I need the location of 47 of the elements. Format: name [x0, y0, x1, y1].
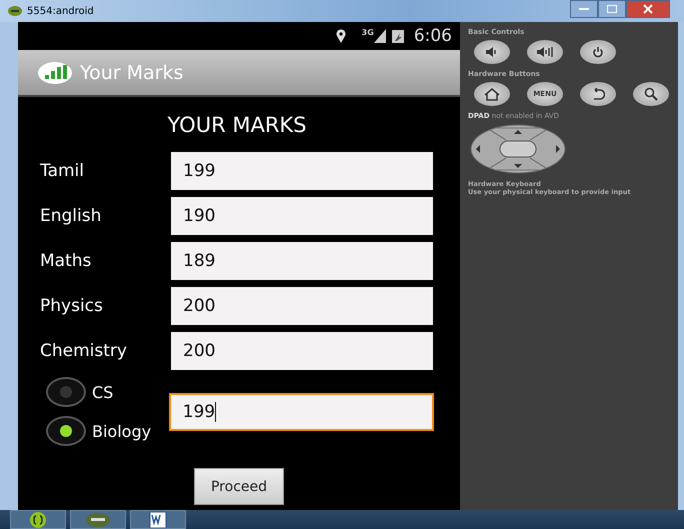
marks-field[interactable]: 199: [171, 152, 433, 190]
window-title: 5554:android: [27, 6, 94, 16]
proceed-button[interactable]: Proceed: [194, 468, 284, 505]
android-app-icon[interactable]: [70, 510, 126, 529]
network-type: 3G: [362, 28, 374, 37]
minimize-button[interactable]: [570, 0, 598, 18]
subject-label: Chemistry: [40, 340, 128, 360]
document-app-icon[interactable]: [130, 510, 186, 529]
android-icon: [8, 6, 22, 16]
signal-icon: [374, 29, 386, 43]
marks-field[interactable]: 200: [171, 286, 433, 324]
close-icon: [643, 4, 653, 14]
subject-label: Tamil: [40, 160, 85, 180]
power-button[interactable]: [580, 40, 616, 64]
app-title: Your Marks: [80, 62, 184, 84]
marks-field[interactable]: 199: [168, 392, 434, 430]
subject-label: English: [40, 206, 102, 226]
search-button[interactable]: [633, 82, 669, 106]
clock: 6:06: [414, 26, 452, 46]
option-label: Biology: [92, 422, 152, 440]
marks-field[interactable]: 189: [171, 242, 433, 280]
minimize-icon: [579, 7, 589, 11]
radio-button[interactable]: [46, 416, 86, 446]
close-button[interactable]: [626, 0, 670, 18]
marks-field[interactable]: 200: [171, 332, 433, 370]
braces-app-icon[interactable]: [10, 510, 66, 529]
power-icon: [592, 46, 604, 58]
back-icon: [591, 88, 605, 100]
subject-label: Physics: [40, 296, 104, 316]
maximize-button[interactable]: [598, 0, 626, 18]
bar-chart-icon: [38, 62, 72, 84]
volume-up-button[interactable]: [527, 40, 563, 64]
subject-label: Maths: [40, 250, 92, 270]
volume-down-icon: [485, 47, 499, 57]
back-button[interactable]: [580, 82, 616, 106]
volume-down-button[interactable]: [474, 40, 510, 64]
marks-field[interactable]: 190: [171, 196, 433, 234]
page-heading: YOUR MARKS: [166, 113, 308, 137]
home-button[interactable]: [474, 82, 510, 106]
volume-up-icon: [536, 47, 554, 57]
location-icon: [336, 29, 346, 43]
maximize-icon: [607, 5, 617, 13]
battery-icon: [392, 29, 404, 43]
search-icon: [644, 87, 658, 101]
option-label: CS: [92, 382, 114, 402]
radio-button[interactable]: [46, 377, 86, 407]
home-icon: [484, 88, 500, 100]
